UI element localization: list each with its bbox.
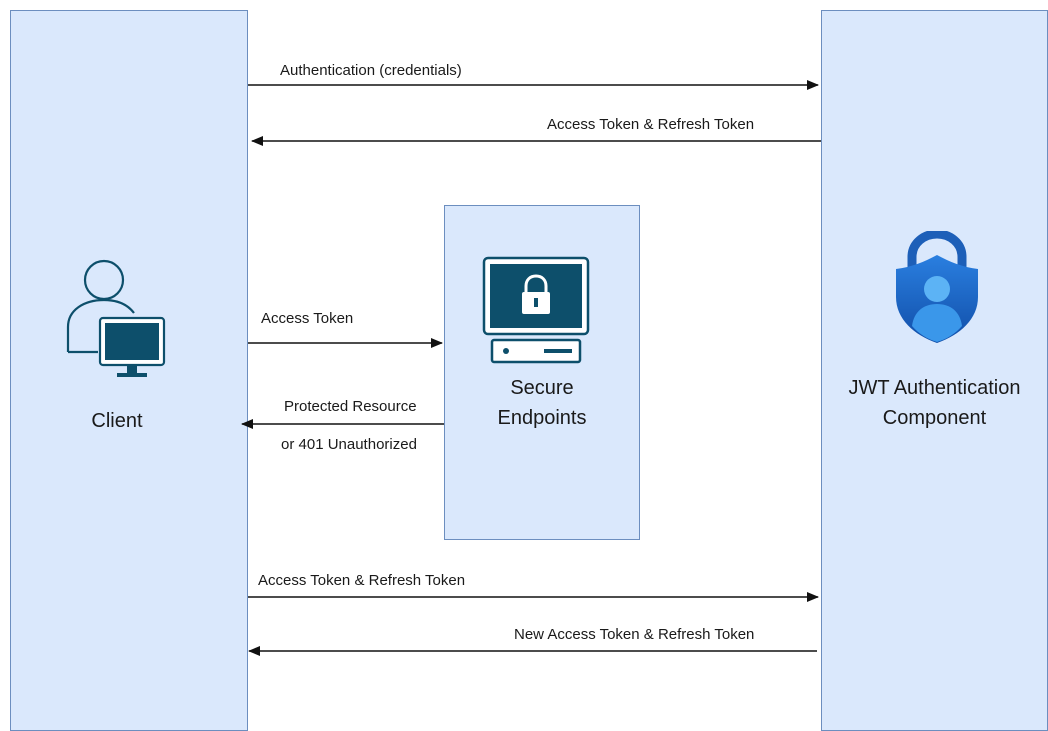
jwt-component-label-line1: JWT Authentication [848, 377, 1021, 399]
label-protected-resource-line2: or 401 Unauthorized [281, 436, 417, 453]
label-access-refresh-request: Access Token & Refresh Token [258, 572, 466, 589]
user-with-monitor-icon [66, 259, 166, 377]
client-label: Client [91, 410, 143, 432]
label-new-tokens: New Access Token & Refresh Token [514, 626, 755, 643]
label-access-refresh-response: Access Token & Refresh Token [547, 116, 755, 133]
secure-endpoints-label-line2: Endpoints [497, 407, 587, 429]
secure-endpoints-label-line1: Secure [510, 377, 574, 399]
label-access-token: Access Token [261, 310, 354, 327]
security-shield-user-icon [896, 231, 978, 343]
label-auth-credentials: Authentication (credentials) [280, 62, 462, 79]
label-protected-resource-line1: Protected Resource [284, 398, 417, 415]
locked-computer-icon [482, 256, 590, 364]
jwt-component-label-line2: Component [882, 407, 987, 429]
